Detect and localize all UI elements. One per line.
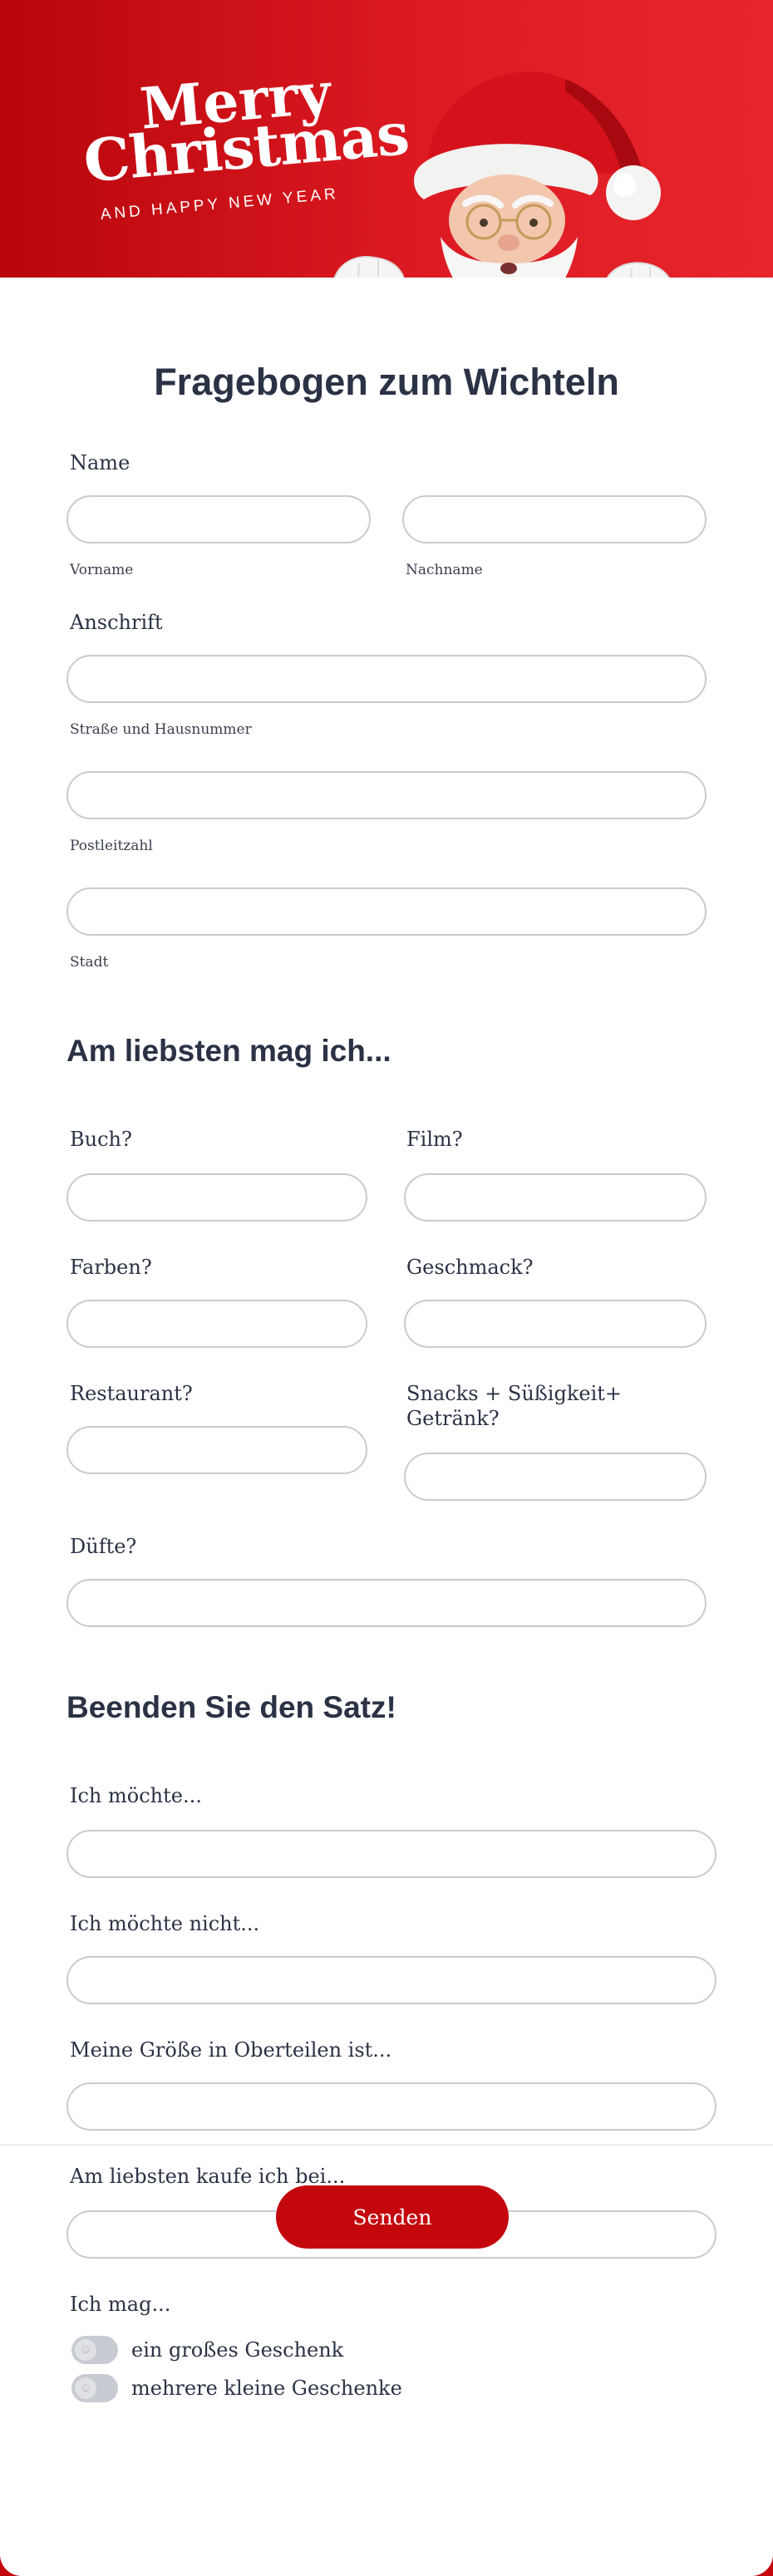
favorites-section-title: Am liebsten mag ich... — [66, 1034, 391, 1068]
colors-input[interactable] — [66, 1300, 367, 1348]
footer-divider — [0, 2144, 773, 2146]
last-name-sublabel: Nachname — [406, 562, 483, 578]
small-gifts-toggle[interactable]: ☺ — [71, 2374, 118, 2402]
scents-input[interactable] — [66, 1579, 707, 1627]
last-name-input[interactable] — [402, 495, 707, 543]
name-label: Name — [70, 451, 130, 474]
city-input[interactable] — [66, 887, 707, 936]
restaurant-input[interactable] — [66, 1426, 367, 1474]
toggle-knob-icon: ☺ — [75, 2377, 96, 2399]
toggle-knob-icon: ☺ — [75, 2339, 96, 2361]
zip-input[interactable] — [66, 771, 707, 819]
sentences-section-title: Beenden Sie den Satz! — [66, 1690, 396, 1724]
first-name-sublabel: Vorname — [70, 562, 134, 578]
form-title: Fragebogen zum Wichteln — [154, 361, 619, 403]
address-label: Anschrift — [70, 611, 163, 634]
book-input[interactable] — [66, 1173, 367, 1222]
form-page: Merry Christmas AND HAPPY NEW YEAR Frage… — [0, 0, 773, 2576]
santa-illustration — [333, 71, 670, 278]
christmas-banner: Merry Christmas AND HAPPY NEW YEAR — [0, 0, 773, 278]
dont-want-input[interactable] — [66, 1956, 716, 2004]
street-sublabel: Straße und Hausnummer — [70, 721, 252, 738]
small-gifts-label: mehrere kleine Geschenke — [131, 2377, 402, 2400]
want-label: Ich möchte... — [70, 1784, 202, 1807]
like-label: Ich mag... — [70, 2293, 171, 2316]
big-gift-label: ein großes Geschenk — [131, 2338, 344, 2362]
first-name-input[interactable] — [66, 495, 371, 543]
zip-sublabel: Postleitzahl — [70, 838, 153, 854]
taste-label: Geschmack? — [406, 1256, 534, 1279]
taste-input[interactable] — [404, 1300, 707, 1348]
snacks-label: Snacks + Süßigkeit+ Getränk? — [406, 1382, 623, 1430]
city-sublabel: Stadt — [70, 954, 109, 971]
toggle-row-big-gift[interactable]: ☺ ein großes Geschenk — [71, 2335, 343, 2365]
dont-want-label: Ich möchte nicht... — [70, 1912, 260, 1935]
snacks-input[interactable] — [404, 1453, 707, 1501]
big-gift-toggle[interactable]: ☺ — [71, 2336, 118, 2364]
colors-label: Farben? — [70, 1256, 152, 1279]
film-input[interactable] — [404, 1173, 707, 1222]
size-label: Meine Größe in Oberteilen ist... — [70, 2038, 392, 2062]
restaurant-label: Restaurant? — [70, 1382, 193, 1405]
book-label: Buch? — [70, 1128, 132, 1151]
size-input[interactable] — [66, 2082, 716, 2131]
street-input[interactable] — [66, 655, 707, 703]
want-input[interactable] — [66, 1830, 716, 1878]
toggle-row-small-gifts[interactable]: ☺ mehrere kleine Geschenke — [71, 2373, 402, 2403]
scents-label: Düfte? — [70, 1535, 137, 1558]
submit-button[interactable]: Senden — [276, 2185, 509, 2249]
film-label: Film? — [406, 1128, 463, 1151]
